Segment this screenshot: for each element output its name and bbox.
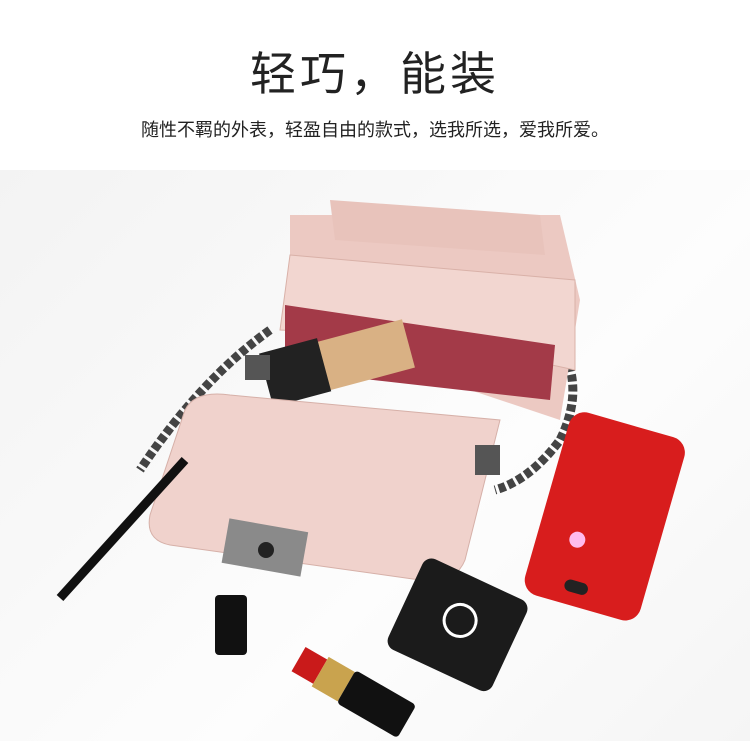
product-photo: [0, 170, 750, 741]
page-subtitle: 随性不羁的外表，轻盈自由的款式，选我所选，爱我所爱。: [141, 120, 609, 141]
page-title: 轻巧，能装: [250, 47, 500, 101]
handbag: [148, 200, 580, 582]
lipstick: [291, 647, 415, 737]
red-phone: [524, 412, 685, 621]
lipstick-cap: [215, 595, 247, 655]
